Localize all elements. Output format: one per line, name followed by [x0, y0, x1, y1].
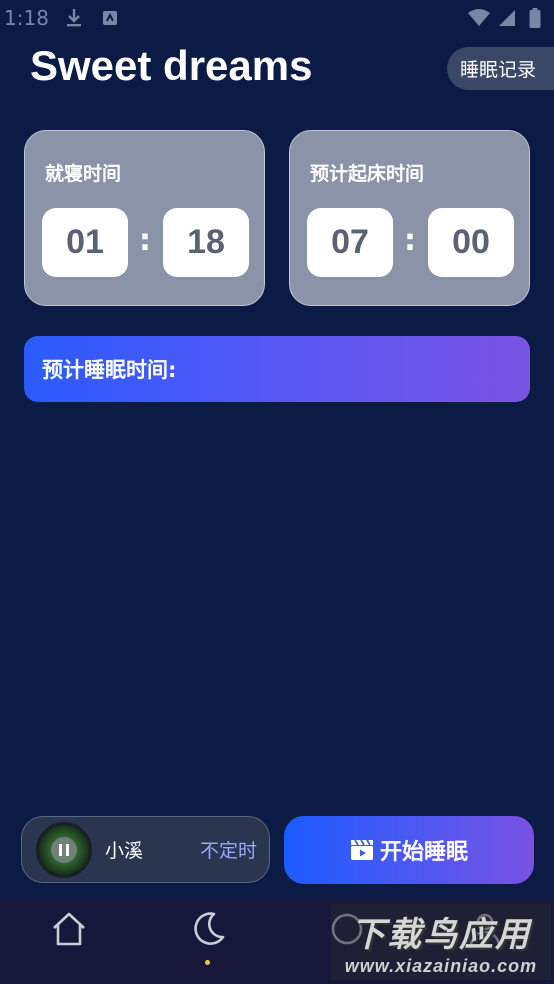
bedtime-minute[interactable]: 18 — [163, 208, 249, 277]
status-time: 1:18 — [4, 6, 49, 30]
bedtime-label: 就寝时间 — [45, 163, 122, 185]
notification-app-icon — [99, 7, 121, 29]
watermark: 下载鸟应用 www.xiazainiao.com — [331, 904, 551, 980]
wake-time-minute[interactable]: 00 — [428, 208, 514, 277]
watermark-cn: 下载鸟应用 — [351, 915, 531, 955]
estimated-sleep-label: 预计睡眠时间: — [42, 358, 177, 382]
wake-time-separator: : — [404, 223, 416, 258]
wake-time-hour[interactable]: 07 — [307, 208, 393, 277]
bedtime-separator: : — [139, 223, 151, 258]
clapperboard-icon — [350, 839, 374, 861]
page-title: Sweet dreams — [30, 42, 313, 89]
active-tab-indicator — [205, 960, 210, 965]
watermark-en: www.xiazainiao.com — [344, 956, 538, 976]
wifi-icon — [468, 7, 490, 29]
battery-icon — [524, 7, 546, 29]
album-disc[interactable] — [36, 821, 92, 878]
wake-time-label: 预计起床时间 — [310, 163, 425, 185]
download-icon — [63, 7, 85, 29]
estimated-sleep-duration: 预计睡眠时间: — [24, 336, 530, 402]
sound-player[interactable]: 小溪 不定时 — [21, 816, 270, 883]
home-icon[interactable] — [48, 908, 90, 950]
start-sleep-button[interactable]: 开始睡眠 — [284, 816, 534, 884]
wake-time-card: 预计起床时间 07 : 00 — [289, 130, 530, 306]
moon-icon[interactable] — [187, 908, 229, 950]
bedtime-card: 就寝时间 01 : 18 — [24, 130, 265, 306]
cellular-signal-icon — [496, 7, 518, 29]
start-sleep-label: 开始睡眠 — [379, 840, 468, 865]
timer-mode-button[interactable]: 不定时 — [200, 836, 257, 863]
status-bar: 1:18 — [0, 0, 554, 36]
track-name: 小溪 — [105, 840, 144, 862]
sleep-record-button[interactable]: 睡眠记录 — [447, 47, 554, 90]
bedtime-hour[interactable]: 01 — [42, 208, 128, 277]
pause-icon[interactable] — [51, 836, 77, 863]
